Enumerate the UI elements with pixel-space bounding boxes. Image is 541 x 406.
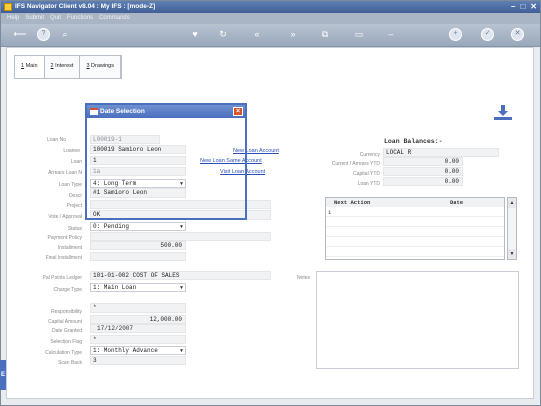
calculation-type-label: Calculation Type [45,350,82,356]
calendar-icon [90,107,98,115]
selection-flag-field[interactable]: * [90,335,186,344]
capital-ytd-field[interactable]: 0.00 [383,167,463,176]
charge-type-dropdown[interactable]: 1: Main Loan ▼ [90,283,186,292]
table-row[interactable]: 1 [326,208,504,217]
status-dropdown[interactable]: 0: Pending ▼ [90,222,186,231]
side-tab-handle[interactable]: E [0,360,6,390]
calculation-type-value: 1: Monthly Advance [93,347,158,354]
installment-field[interactable]: 500.00 [90,241,186,250]
date-granted-field[interactable]: 17/12/2007 [90,324,186,333]
table-row[interactable] [326,248,504,257]
menu-item-help[interactable]: Help [7,13,19,24]
window-icon[interactable]: ▭ [353,28,365,40]
scan-back-label: Scan Back [58,360,82,366]
row-number-cell: 1 [328,209,332,216]
vote-approval-label: Vote / Approval [48,214,82,220]
delete-icon[interactable]: – [385,28,397,40]
descr-label: Descr [68,193,82,199]
menu-item-functions[interactable]: Functions [67,13,93,24]
table-row[interactable] [326,238,504,247]
currency-label: Currency [359,152,380,158]
favorite-heart-icon[interactable]: ♥ [189,28,201,40]
app-logo-icon [4,3,12,11]
confirm-check-icon[interactable]: ✓ [481,28,494,41]
scroll-down-icon[interactable]: ▼ [508,249,516,259]
charge-type-label: Charge Type [53,287,82,293]
tab-drawings[interactable]: 3 Drawings [80,56,121,78]
chevron-down-icon: ▼ [179,348,183,354]
refresh-icon[interactable]: ↻ [217,28,229,40]
date-column-header[interactable]: Date [450,198,463,207]
chevron-down-icon: ▼ [179,224,183,230]
status-label: Status [67,226,82,232]
add-icon[interactable]: + [449,28,462,41]
installment-label: Installment [57,245,82,251]
loan-ytd-label: Loan YTD [357,181,380,187]
scroll-up-icon[interactable]: ▲ [508,198,516,208]
capital-ytd-label: Capital YTD [353,171,380,177]
grid-header: Next Action Date [326,198,504,207]
calculation-type-dropdown[interactable]: 1: Monthly Advance ▼ [90,346,186,355]
last-record-icon[interactable]: » [287,28,299,40]
pal-points-ledger-field[interactable]: 101-01-002 COST OF SALES [90,271,271,280]
responsibility-label: Responsibility [51,309,82,315]
date-selection-dialog[interactable]: Date Selection × [85,103,247,220]
table-row[interactable] [326,228,504,237]
payment-policy-label: Payment Policy [47,235,82,241]
payment-policy-field[interactable] [90,232,271,241]
menu-bar: Help Submit Quit Functions Commands [1,13,540,24]
loan-type-label: Loan Type [58,182,82,188]
tab-strip: 1 Main 2 Interest 3 Drawings [14,55,122,79]
arrears-loan-label: Arrears Loan N [48,170,82,176]
responsibility-field[interactable]: * [90,303,186,313]
status-value: 0: Pending [93,223,130,230]
capital-amount-label: Capital Amount [48,319,82,325]
currency-field[interactable]: LOCAL R [383,148,499,157]
close-icon[interactable]: ✕ [530,2,537,12]
print-download-icon[interactable] [493,104,513,122]
final-installment-field[interactable] [90,252,186,261]
dialog-title: Date Selection [100,108,145,115]
window-title: IFS Navigator Client v8.04 : My IFS : [m… [15,3,156,10]
tab-main[interactable]: 1 Main [15,56,45,78]
cancel-x-icon[interactable]: ✕ [511,28,524,41]
search-icon[interactable]: ⌕ [59,28,71,40]
current-arrears-ytd-label: Current / Arrears YTD [331,161,380,167]
tab-interest[interactable]: 2 Interest [45,56,81,78]
help-icon[interactable]: ? [37,28,50,41]
title-bar: IFS Navigator Client v8.04 : My IFS : [m… [1,1,540,13]
next-action-column-header[interactable]: Next Action [334,198,370,207]
final-installment-label: Final Installment [45,255,82,261]
current-arrears-ytd-field[interactable]: 0.00 [383,157,463,166]
copy-icon[interactable]: ⧉ [319,28,331,40]
toolbar: ⟵ ? ⌕ ♥ ↻ « » ⧉ ▭ – + ✓ ✕ [1,24,540,47]
minimize-icon[interactable]: – [511,2,515,12]
scan-back-field[interactable]: 3 [90,356,186,365]
loan-no-label: Loan No [47,137,66,143]
chevron-down-icon: ▼ [179,285,183,291]
notes-textarea[interactable] [316,271,519,369]
menu-item-quit[interactable]: Quit [50,13,61,24]
next-action-grid[interactable]: Next Action Date 1 [325,197,505,260]
pal-points-ledger-label: Pal Points Ledger [42,275,82,281]
selection-flag-label: Selection Flag [50,339,82,345]
dialog-close-icon[interactable]: × [233,107,243,116]
maximize-icon[interactable]: □ [520,2,525,12]
menu-item-submit[interactable]: Submit [25,13,44,24]
dialog-title-bar[interactable]: Date Selection × [87,105,245,118]
menu-item-commands[interactable]: Commands [99,13,130,24]
date-granted-label: Date Granted [51,328,82,334]
loanee-label: Loanee [63,148,80,154]
loan-ytd-field[interactable]: 0.00 [383,177,463,186]
project-label: Project [66,203,82,209]
table-row[interactable] [326,218,504,227]
first-record-icon[interactable]: « [251,28,263,40]
loan-balances-heading: Loan Balances:- [384,138,443,145]
loan-label: Loan [70,159,82,165]
back-arrow-icon[interactable]: ⟵ [9,28,31,40]
capital-amount-field[interactable]: 12,000.00 [90,315,186,324]
grid-scrollbar[interactable]: ▲ ▼ [507,197,517,260]
charge-type-value: 1: Main Loan [93,284,137,291]
notes-label: Notes [296,275,310,281]
